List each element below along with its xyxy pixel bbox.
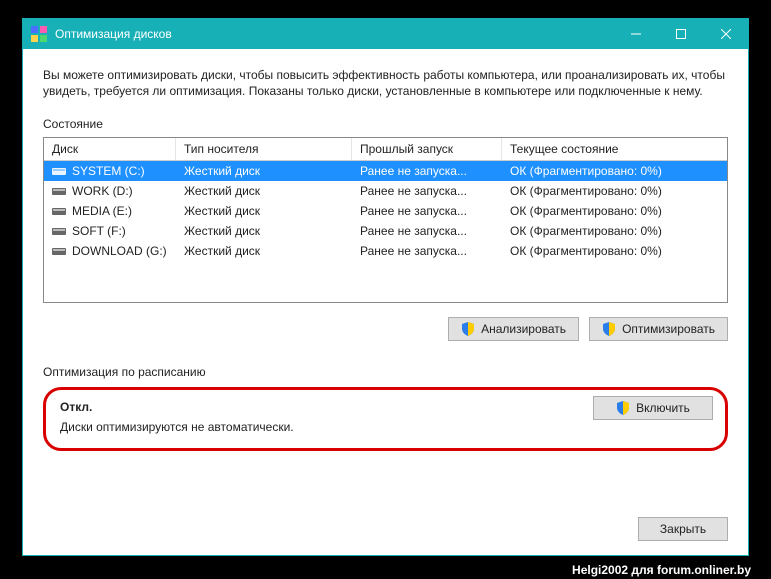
disk-table: Диск Тип носителя Прошлый запуск Текущее… (43, 137, 728, 303)
optimize-label: Оптимизировать (622, 322, 715, 336)
table-row[interactable]: SYSTEM (C:) Жесткий дискРанее не запуска.… (44, 161, 727, 181)
col-current-state[interactable]: Текущее состояние (502, 138, 727, 160)
shield-icon (602, 322, 616, 336)
disk-icon (52, 166, 66, 177)
window: Оптимизация дисков Вы можете оптимизиров… (22, 18, 749, 556)
footer: Закрыть (43, 503, 728, 541)
disk-media: Жесткий диск (176, 204, 352, 218)
schedule-description: Диски оптимизируются не автоматически. (60, 420, 711, 434)
table-header: Диск Тип носителя Прошлый запуск Текущее… (44, 138, 727, 161)
table-body: SYSTEM (C:)Жесткий дискРанее не запуска.… (44, 161, 727, 261)
disk-state: ОК (Фрагментировано: 0%) (502, 224, 727, 238)
schedule-section-label: Оптимизация по расписанию (43, 365, 728, 379)
disk-last-run: Ранее не запуска... (352, 204, 502, 218)
disk-name: SYSTEM (C:) (72, 164, 145, 178)
col-last-run[interactable]: Прошлый запуск (352, 138, 502, 160)
titlebar: Оптимизация дисков (23, 19, 748, 49)
disk-media: Жесткий диск (176, 184, 352, 198)
intro-text: Вы можете оптимизировать диски, чтобы по… (43, 67, 728, 99)
table-row[interactable]: SOFT (F:) Жесткий дискРанее не запуска...… (44, 221, 727, 241)
minimize-button[interactable] (613, 19, 658, 49)
app-icon (31, 26, 47, 42)
disk-media: Жесткий диск (176, 224, 352, 238)
maximize-button[interactable] (658, 19, 703, 49)
shield-icon (461, 322, 475, 336)
table-row[interactable]: DOWNLOAD (G:) Жесткий дискРанее не запуск… (44, 241, 727, 261)
watermark: Helgi2002 для forum.onliner.by (572, 563, 751, 577)
disk-name: WORK (D:) (72, 184, 133, 198)
disk-state: ОК (Фрагментировано: 0%) (502, 204, 727, 218)
disk-name: DOWNLOAD (G:) (72, 244, 167, 258)
schedule-box: Откл. Диски оптимизируются не автоматиче… (43, 387, 728, 451)
disk-state: ОК (Фрагментировано: 0%) (502, 244, 727, 258)
disk-icon (52, 226, 66, 237)
action-button-row: Анализировать Оптимизировать (43, 317, 728, 341)
disk-icon (52, 186, 66, 197)
col-disk[interactable]: Диск (44, 138, 176, 160)
disk-media: Жесткий диск (176, 164, 352, 178)
table-row[interactable]: MEDIA (E:) Жесткий дискРанее не запуска..… (44, 201, 727, 221)
disk-last-run: Ранее не запуска... (352, 244, 502, 258)
close-dialog-button[interactable]: Закрыть (638, 517, 728, 541)
enable-button[interactable]: Включить (593, 396, 713, 420)
disk-last-run: Ранее не запуска... (352, 184, 502, 198)
status-label: Состояние (43, 117, 728, 131)
disk-state: ОК (Фрагментировано: 0%) (502, 184, 727, 198)
disk-state: ОК (Фрагментировано: 0%) (502, 164, 727, 178)
disk-last-run: Ранее не запуска... (352, 224, 502, 238)
shield-icon (616, 401, 630, 415)
close-button[interactable] (703, 19, 748, 49)
window-controls (613, 19, 748, 49)
disk-icon (52, 206, 66, 217)
disk-name: SOFT (F:) (72, 224, 126, 238)
enable-label: Включить (636, 401, 690, 415)
window-title: Оптимизация дисков (55, 27, 613, 41)
table-row[interactable]: WORK (D:) Жесткий дискРанее не запуска...… (44, 181, 727, 201)
disk-icon (52, 246, 66, 257)
analyze-label: Анализировать (481, 322, 566, 336)
col-media[interactable]: Тип носителя (176, 138, 352, 160)
optimize-button[interactable]: Оптимизировать (589, 317, 728, 341)
content-area: Вы можете оптимизировать диски, чтобы по… (23, 49, 748, 555)
close-label: Закрыть (660, 522, 706, 536)
disk-last-run: Ранее не запуска... (352, 164, 502, 178)
analyze-button[interactable]: Анализировать (448, 317, 579, 341)
disk-name: MEDIA (E:) (72, 204, 132, 218)
disk-media: Жесткий диск (176, 244, 352, 258)
